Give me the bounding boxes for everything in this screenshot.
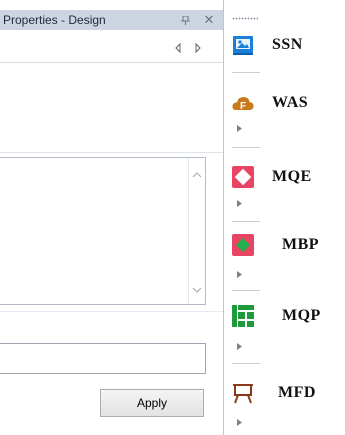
scroll-down-icon[interactable] [192,286,202,294]
property-value-input[interactable] [0,343,206,374]
close-icon[interactable]: ✕ [202,10,216,30]
tool-label: SSN [272,36,303,53]
toolbox-grip[interactable] [232,17,258,20]
cloud-f-icon: F [232,97,254,112]
toolbox-item-mqp[interactable]: MQP [224,305,345,331]
divider [232,363,260,364]
apply-button[interactable]: Apply [100,389,204,417]
toolbox-item-mqe[interactable]: MQE [224,166,345,192]
chevron-right-icon[interactable] [193,42,203,54]
divider [232,221,260,222]
scroll-up-icon[interactable] [192,171,202,179]
green-diamond-icon [232,234,254,256]
divider [0,311,223,312]
chevron-left-icon[interactable] [173,42,183,54]
monitor-image-icon [233,36,253,55]
toolbox: SSN F WAS MQE MBP MQP MFD [224,0,345,435]
tool-label: MQP [282,307,321,324]
divider [232,147,260,148]
easel-icon [233,384,253,404]
toolbox-item-was[interactable]: F WAS [224,92,345,118]
tool-label: WAS [272,94,309,111]
toolbox-item-mbp[interactable]: MBP [224,234,345,260]
expand-arrow-icon[interactable] [237,343,242,350]
properties-panel: Properties - Design ✕ Apply [0,0,223,435]
expand-arrow-icon[interactable] [237,200,242,207]
tool-label: MQE [272,168,312,185]
divider [0,152,223,153]
toolbox-item-mfd[interactable]: MFD [224,382,345,408]
expand-arrow-icon[interactable] [237,419,242,426]
green-grid-icon [232,305,254,327]
divider [232,72,260,73]
tool-label: MFD [278,384,316,401]
divider [0,62,223,63]
expand-arrow-icon[interactable] [237,125,242,132]
diamond-pattern-icon [232,166,254,188]
vertical-scrollbar[interactable] [188,158,205,304]
toolbox-item-ssn[interactable]: SSN [224,34,345,60]
property-text-area[interactable] [0,157,206,305]
expand-arrow-icon[interactable] [237,271,242,278]
nav-row [0,36,223,60]
panel-title: Properties - Design [3,13,106,27]
svg-text:F: F [240,101,246,112]
tool-label: MBP [282,236,320,253]
pin-icon[interactable] [179,10,193,30]
divider [232,290,260,291]
properties-titlebar: Properties - Design ✕ [0,10,223,30]
